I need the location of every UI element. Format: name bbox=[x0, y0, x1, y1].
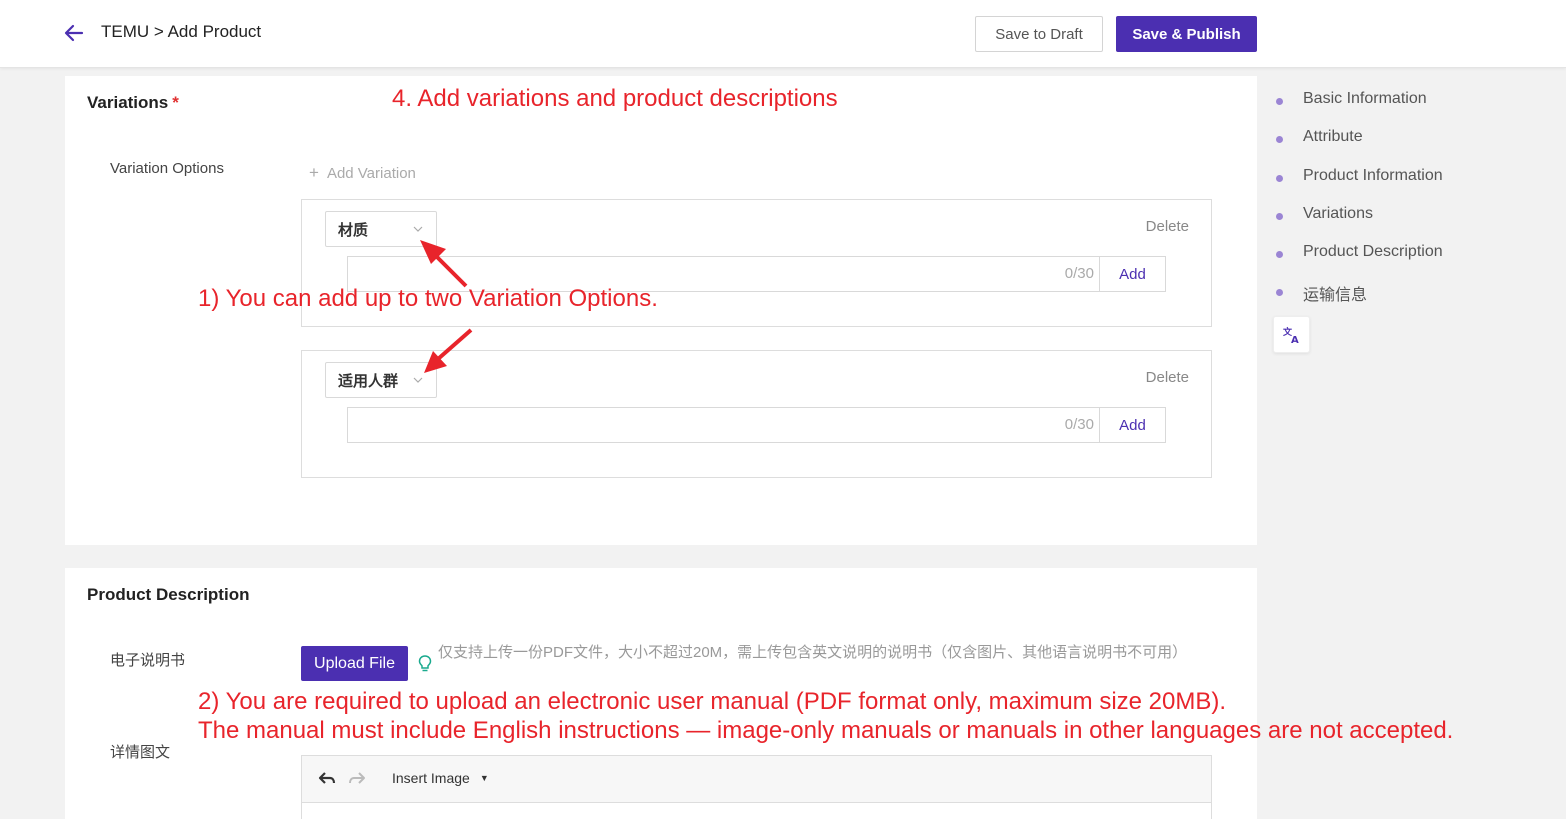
insert-image-dropdown[interactable]: Insert Image ▼ bbox=[392, 770, 489, 786]
annotation-note-1: 1) You can add up to two Variation Optio… bbox=[198, 285, 658, 312]
insert-image-label: Insert Image bbox=[392, 770, 470, 786]
save-and-publish-button[interactable]: Save & Publish bbox=[1116, 16, 1257, 52]
variation-options-label: Variation Options bbox=[110, 160, 224, 177]
translate-button[interactable]: 文 A bbox=[1273, 316, 1310, 353]
variations-title: Variations * bbox=[87, 93, 179, 113]
detail-images-label: 详情图文 bbox=[110, 744, 171, 761]
variations-title-text: Variations bbox=[87, 93, 169, 112]
add-variation-label: Add Variation bbox=[326, 165, 416, 182]
add-value-button[interactable]: Add bbox=[1099, 407, 1166, 443]
annotation-note-2-line-2: The manual must include English instruct… bbox=[198, 717, 1454, 744]
page-title: TEMU > Add Product bbox=[101, 22, 262, 41]
editor-toolbar: Insert Image ▼ bbox=[302, 756, 1211, 803]
svg-text:A: A bbox=[1291, 335, 1299, 345]
nav-item-label: Attribute bbox=[1303, 128, 1363, 145]
annotation-step-4: 4. Add variations and product descriptio… bbox=[392, 85, 838, 112]
undo-icon[interactable] bbox=[318, 770, 336, 788]
variation-type-select[interactable]: 材质 bbox=[325, 211, 437, 247]
nav-item-label: Basic Information bbox=[1303, 90, 1427, 107]
add-variation-button[interactable]: + Add Variation bbox=[309, 163, 416, 183]
delete-variation-button[interactable]: Delete bbox=[1146, 369, 1189, 386]
add-value-button[interactable]: Add bbox=[1099, 256, 1166, 292]
annotation-note-2-line-1: 2) You are required to upload an electro… bbox=[198, 688, 1227, 715]
electronic-manual-label: 电子说明书 bbox=[110, 652, 186, 669]
plus-icon: + bbox=[309, 163, 319, 182]
variation-type-value: 适用人群 bbox=[338, 372, 399, 390]
variation-box: 适用人群 Delete 0/30 Add bbox=[301, 350, 1212, 478]
variation-type-select[interactable]: 适用人群 bbox=[325, 362, 437, 398]
nav-item-label: Variations bbox=[1303, 205, 1373, 222]
top-bar: TEMU > Add Product Save to Draft Save & … bbox=[0, 0, 1566, 68]
arrow-left-icon[interactable] bbox=[63, 22, 85, 44]
nav-item-label: Product Information bbox=[1303, 167, 1443, 184]
nav-dot bbox=[1276, 175, 1283, 182]
rich-text-editor[interactable]: Insert Image ▼ bbox=[301, 755, 1212, 819]
upload-file-button[interactable]: Upload File bbox=[301, 646, 408, 681]
upload-hint-text: 仅支持上传一份PDF文件，大小不超过20M，需上传包含英文说明的说明书（仅含图片… bbox=[438, 644, 1188, 661]
redo-icon[interactable] bbox=[348, 770, 366, 788]
nav-dot bbox=[1276, 136, 1283, 143]
save-to-draft-button[interactable]: Save to Draft bbox=[975, 16, 1103, 52]
nav-item-label: 运输信息 bbox=[1303, 287, 1368, 304]
translate-icon: 文 A bbox=[1282, 326, 1299, 345]
variation-type-value: 材质 bbox=[338, 221, 369, 239]
nav-dot bbox=[1276, 98, 1283, 105]
variation-value-input[interactable]: 0/30 bbox=[347, 407, 1100, 443]
nav-dot bbox=[1276, 213, 1283, 220]
char-count: 0/30 bbox=[1064, 416, 1094, 433]
nav-dot bbox=[1276, 289, 1283, 296]
caret-down-icon: ▼ bbox=[479, 773, 489, 783]
chevron-down-icon bbox=[413, 226, 423, 232]
nav-dot bbox=[1276, 251, 1283, 258]
chevron-down-icon bbox=[413, 377, 423, 383]
required-mark: * bbox=[172, 93, 179, 112]
product-description-title: Product Description bbox=[87, 585, 250, 604]
char-count: 0/30 bbox=[1064, 265, 1094, 282]
delete-variation-button[interactable]: Delete bbox=[1146, 218, 1189, 235]
nav-item-label: Product Description bbox=[1303, 243, 1443, 260]
lightbulb-icon bbox=[418, 655, 432, 672]
